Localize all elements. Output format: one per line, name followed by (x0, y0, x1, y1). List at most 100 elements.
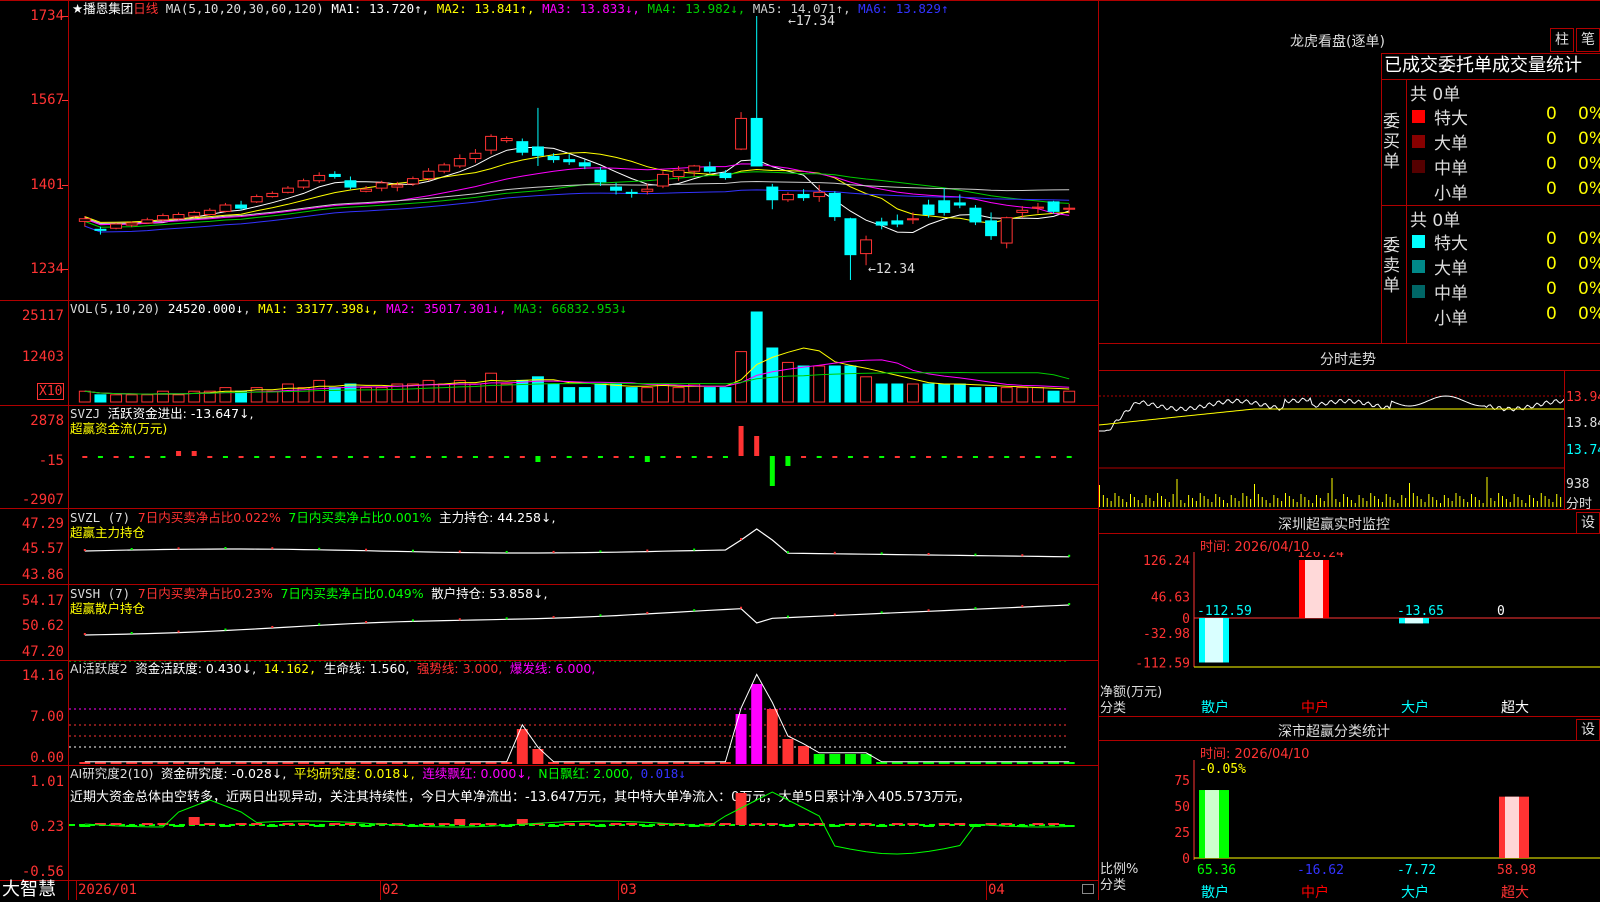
svzl-axis-label: 43.86 (21, 567, 64, 583)
intraday-chart[interactable] (1099, 371, 1564, 509)
intraday-vol-bar (1126, 502, 1128, 507)
candle (156, 215, 169, 221)
tick-mark (740, 538, 743, 540)
volume-bar (172, 394, 185, 403)
vol-ma-line (84, 347, 1070, 395)
tick-mark (693, 548, 696, 551)
research-bar (298, 823, 310, 825)
flow-bar (488, 456, 494, 458)
flow-bar (613, 456, 619, 458)
divider (1098, 740, 1600, 741)
lock-icon[interactable] (1082, 884, 1094, 894)
flow-bar (113, 456, 119, 458)
volume-bar (578, 387, 591, 403)
svzj-chart[interactable] (69, 406, 1097, 508)
axis-tick (62, 100, 68, 101)
intraday-vol-bar (1114, 493, 1116, 507)
intraday-vol-bar (1188, 495, 1190, 507)
monitor-category-label: 大户 (1401, 700, 1429, 716)
intraday-vol-bar (1370, 493, 1372, 507)
monitor-value-label: 126.24 (1297, 552, 1344, 561)
classify-bar-chart[interactable]: 75 50 25 0 -0.05% 65.36 -16.62 -7.72 58.98 (1099, 760, 1600, 880)
ai-active-chart[interactable] (69, 661, 1097, 765)
monitor-bar-chart[interactable]: 126.2446.630-32.98-112.59-112.59126.24-1… (1099, 552, 1600, 712)
flow-bar (676, 456, 682, 458)
tick-mark (927, 609, 930, 612)
date-label: 2026/01 (78, 882, 138, 898)
intraday-vol-bar (1180, 500, 1182, 507)
candle (953, 202, 966, 206)
svzl-chart[interactable] (69, 509, 1097, 584)
buy-color-swatch (1412, 160, 1425, 173)
sell-row-pct: 0% (1578, 304, 1600, 324)
flow-bar (972, 456, 978, 458)
research-bar (829, 825, 841, 827)
intraday-vol-bar (1505, 499, 1507, 507)
candle (235, 204, 248, 209)
candle (360, 188, 373, 192)
volume-bar (656, 383, 669, 403)
ai-research-chart[interactable] (69, 766, 1097, 880)
flow-bar (551, 456, 557, 458)
tick-mark (552, 550, 555, 553)
svsh-chart[interactable] (69, 585, 1097, 660)
volume-bar (78, 390, 91, 403)
candlestick-chart[interactable] (69, 14, 1097, 286)
research-bar (454, 819, 466, 825)
tick-view-button[interactable]: 笔 (1576, 28, 1600, 52)
research-bar (79, 825, 91, 827)
candle (594, 169, 607, 183)
buy-row-name: 大单 (1434, 134, 1468, 154)
tick-mark (130, 632, 133, 635)
sell-row-count: 0 (1546, 279, 1557, 299)
candle (1047, 201, 1060, 212)
flow-bar (644, 456, 650, 462)
candle (188, 211, 201, 217)
intraday-vol-bar (1288, 496, 1290, 507)
sell-row-name: 特大 (1434, 234, 1468, 254)
intraday-vol-bar (1525, 503, 1527, 507)
tick-mark (505, 617, 508, 620)
buy-row-count: 0 (1546, 179, 1557, 199)
stock-terminal: ★播恩集团日线 MA(5,10,20,30,60,120) MA1: 13.72… (0, 0, 1600, 901)
volume-bar (625, 387, 638, 403)
intraday-vol-bar (1304, 497, 1306, 507)
flow-bar (707, 456, 713, 458)
monitor-axis-label: 46.63 (1151, 591, 1190, 606)
volume-bar (969, 387, 982, 403)
intraday-vol-bar (1459, 496, 1461, 507)
intraday-vol-bar (1347, 497, 1348, 507)
tick-mark (1068, 603, 1071, 605)
volume-chart[interactable] (69, 301, 1097, 405)
intraday-vol-bar (1482, 503, 1484, 507)
flow-bar (738, 426, 744, 456)
vol-axis-label: 25117 (21, 308, 64, 324)
candle (750, 117, 763, 167)
intraday-vol-bar (1168, 502, 1170, 507)
monitor-value-label: -112.59 (1197, 604, 1252, 619)
tick-mark (505, 550, 508, 553)
bar-view-button[interactable]: 柱 (1550, 28, 1574, 52)
divider (1098, 509, 1600, 510)
volume-bar (672, 387, 685, 403)
price-line (1099, 395, 1564, 432)
volume-bar (906, 383, 919, 403)
intraday-vol-bar (1409, 483, 1410, 507)
buy-row-pct: 0% (1578, 179, 1600, 199)
stats-title: 已成交委托单成交量统计 (1384, 55, 1582, 76)
research-bar (141, 823, 153, 825)
candle (78, 218, 91, 222)
research-bar (751, 823, 763, 825)
monitor-settings-button[interactable]: 设 (1576, 512, 1600, 534)
candle (610, 186, 623, 191)
classify-settings-button[interactable]: 设 (1576, 719, 1600, 741)
tick-mark (224, 547, 227, 550)
buy-row-name: 特大 (1434, 109, 1468, 129)
date-axis-line (0, 880, 1098, 881)
tick-mark (786, 615, 789, 618)
flow-bar (1004, 456, 1010, 458)
flow-bar (379, 456, 385, 458)
classify-value-label: -16.62 (1297, 863, 1344, 878)
classify-ylabel: 分类 (1100, 878, 1127, 893)
flow-bar (129, 456, 135, 458)
